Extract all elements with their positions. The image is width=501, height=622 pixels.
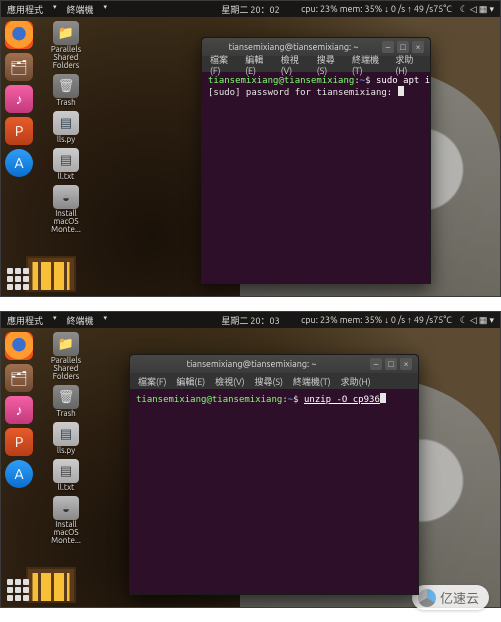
desktop-icons: 📁 Parallels Shared Folders 🗑 Trash ▤ lls… [43,21,89,234]
menu-terminal[interactable]: 終端機(T) [293,375,331,388]
launcher-dock: 🗂 ♪ P A [5,21,35,177]
minimize-button[interactable]: – [382,41,394,53]
icon-label: Install macOS Monte... [43,521,89,545]
terminal-menu[interactable]: 終端機 [67,314,94,327]
text-file-icon: ▤ [53,148,79,172]
screenshot-2: 應用程式▾ 終端機▾ 星期二 20：03 cpu: 23% mem: 35% ↓… [0,311,501,608]
desktop-icon-install[interactable]: ◒ Install macOS Monte... [43,185,89,234]
output-line: [sudo] password for tiansemixiang: [208,88,392,98]
menu-file[interactable]: 檔案(F) [210,53,235,76]
software-store-icon[interactable]: A [5,460,33,488]
terminal-menu[interactable]: 終端機 [67,3,94,16]
minimize-button[interactable]: – [370,358,382,370]
desktop-icon-txt[interactable]: ▤ ll.txt [43,459,89,492]
panel-clock[interactable]: 星期二 20：02 [221,3,279,16]
watermark-logo-icon [418,589,436,607]
menu-help[interactable]: 求助(H) [341,375,371,388]
desktop-icons: 📁 Parallels Shared Folders 🗑 Trash ▤ lls… [43,332,89,545]
top-panel: 應用程式▾ 終端機▾ 星期二 20：03 cpu: 23% mem: 35% ↓… [1,312,500,328]
icon-label: Parallels Shared Folders [43,46,89,70]
desktop-icon-trash[interactable]: 🗑 Trash [43,74,89,107]
screenshot-1: 應用程式▾ 終端機▾ 星期二 20：02 cpu: 23% mem: 35% ↓… [0,0,501,297]
desktop-icon-txt[interactable]: ▤ ll.txt [43,148,89,181]
folder-icon: 📁 [53,21,79,45]
applications-menu[interactable]: 應用程式 [7,3,43,16]
watermark: 亿速云 [412,585,489,610]
menu-view[interactable]: 檢視(V) [281,53,307,76]
system-tray[interactable]: ☾ ◁ ▦ ▾ [460,315,494,326]
terminal-menubar: 檔案(F) 編輯(E) 檢視(V) 搜尋(S) 終端機(T) 求助(H) [130,373,418,389]
trash-icon: 🗑 [53,385,79,409]
icon-label: Install macOS Monte... [43,210,89,234]
launcher-dock: 🗂 ♪ P A [5,332,35,488]
terminal-body[interactable]: tiansemixiang@tiansemixiang:~$ unzip -O … [130,389,418,594]
icon-label: lls.py [57,136,75,144]
show-applications-button[interactable] [7,579,29,601]
menu-help[interactable]: 求助(H) [395,53,422,76]
terminal-window[interactable]: tiansemixiang@tiansemixiang: ~ – □ × 檔案(… [129,354,419,595]
text-file-icon: ▤ [53,459,79,483]
maximize-button[interactable]: □ [385,358,397,370]
command-text: sudo apt install unzip zip [376,76,430,86]
terminal-window[interactable]: tiansemixiang@tiansemixiang: ~ – □ × 檔案(… [201,37,431,284]
watermark-text: 亿速云 [440,588,479,607]
menu-search[interactable]: 搜尋(S) [317,53,342,76]
window-title: tiansemixiang@tiansemixiang: ~ [208,42,379,52]
icon-label: ll.txt [58,173,75,181]
command-text: unzip -O cp936 [304,395,380,405]
icon-label: Trash [56,410,75,418]
icon-label: Parallels Shared Folders [43,357,89,381]
desktop-icon-parallels[interactable]: 📁 Parallels Shared Folders [43,332,89,381]
prompt-user: tiansemixiang@tiansemixiang [136,395,282,405]
wallpaper-lit-windows [26,567,76,603]
python-file-icon: ▤ [53,111,79,135]
files-icon[interactable]: 🗂 [5,364,33,392]
panel-clock[interactable]: 星期二 20：03 [221,314,279,327]
applications-menu[interactable]: 應用程式 [7,314,43,327]
close-button[interactable]: × [400,358,412,370]
cursor [398,86,404,96]
desktop-icon-py[interactable]: ▤ lls.py [43,111,89,144]
desktop-icon-parallels[interactable]: 📁 Parallels Shared Folders [43,21,89,70]
presentation-icon[interactable]: P [5,428,33,456]
icon-label: lls.py [57,447,75,455]
menu-edit[interactable]: 編輯(E) [245,53,271,76]
files-icon[interactable]: 🗂 [5,53,33,81]
software-store-icon[interactable]: A [5,149,33,177]
system-tray[interactable]: ☾ ◁ ▦ ▾ [460,4,494,15]
music-icon[interactable]: ♪ [5,85,33,113]
icon-label: ll.txt [58,484,75,492]
window-title: tiansemixiang@tiansemixiang: ~ [136,359,367,369]
music-icon[interactable]: ♪ [5,396,33,424]
folder-icon: 📁 [53,332,79,356]
window-titlebar[interactable]: tiansemixiang@tiansemixiang: ~ – □ × [130,355,418,373]
terminal-body[interactable]: tiansemixiang@tiansemixiang:~$ sudo apt … [202,72,430,283]
disk-image-icon: ◒ [53,185,79,209]
terminal-menubar: 檔案(F) 編輯(E) 檢視(V) 搜尋(S) 終端機(T) 求助(H) [202,56,430,72]
desktop-icon-install[interactable]: ◒ Install macOS Monte... [43,496,89,545]
menu-edit[interactable]: 編輯(E) [176,375,205,388]
menu-file[interactable]: 檔案(F) [138,375,166,388]
disk-image-icon: ◒ [53,496,79,520]
presentation-icon[interactable]: P [5,117,33,145]
menu-terminal[interactable]: 終端機(T) [352,53,385,76]
cursor [380,393,386,403]
icon-label: Trash [56,99,75,107]
system-stats: cpu: 23% mem: 35% ↓ 0 /s ↑ 49 /s75°C [301,4,452,14]
desktop-icon-trash[interactable]: 🗑 Trash [43,385,89,418]
prompt-user: tiansemixiang@tiansemixiang [208,76,354,86]
menu-search[interactable]: 搜尋(S) [255,375,283,388]
maximize-button[interactable]: □ [397,41,409,53]
desktop-icon-py[interactable]: ▤ lls.py [43,422,89,455]
close-button[interactable]: × [412,41,424,53]
firefox-icon[interactable] [5,332,33,360]
top-panel: 應用程式▾ 終端機▾ 星期二 20：02 cpu: 23% mem: 35% ↓… [1,1,500,17]
show-applications-button[interactable] [7,268,29,290]
wallpaper-lit-windows [26,256,76,292]
system-stats: cpu: 23% mem: 35% ↓ 0 /s ↑ 49 /s75°C [301,315,452,325]
menu-view[interactable]: 檢視(V) [215,375,244,388]
python-file-icon: ▤ [53,422,79,446]
trash-icon: 🗑 [53,74,79,98]
firefox-icon[interactable] [5,21,33,49]
